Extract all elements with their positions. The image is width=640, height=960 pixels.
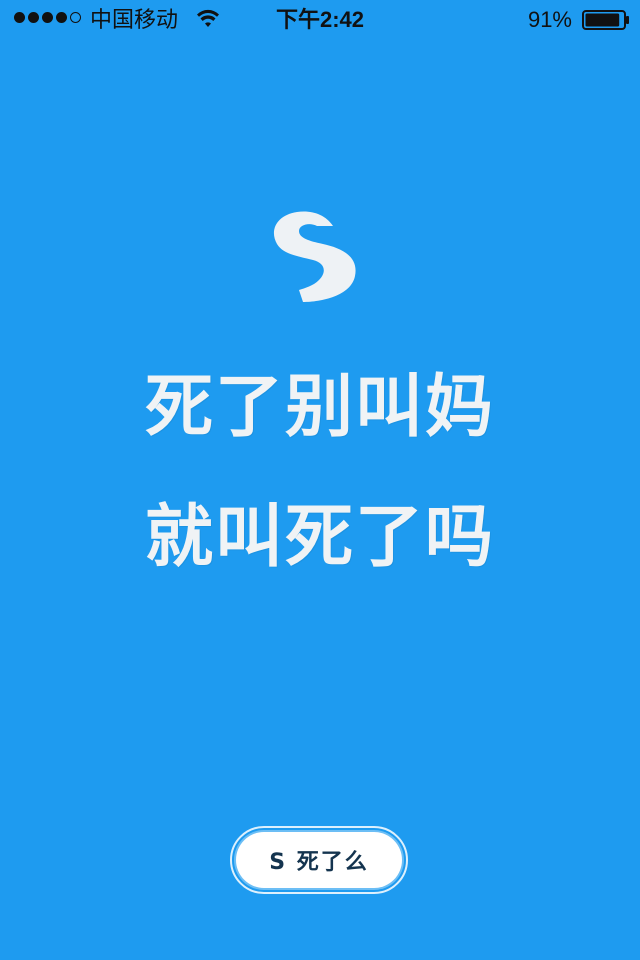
slogan-line-2: 就叫死了吗 [144,498,495,577]
battery-icon [582,10,629,30]
slogan-line-1: 死了别叫妈 [144,368,495,447]
status-bar: 中国移动 下午2:42 91% [0,0,640,40]
brand-button[interactable]: S 死了么 [236,832,402,888]
s-logo-icon [273,211,356,302]
battery-percent: 91% [527,7,572,32]
